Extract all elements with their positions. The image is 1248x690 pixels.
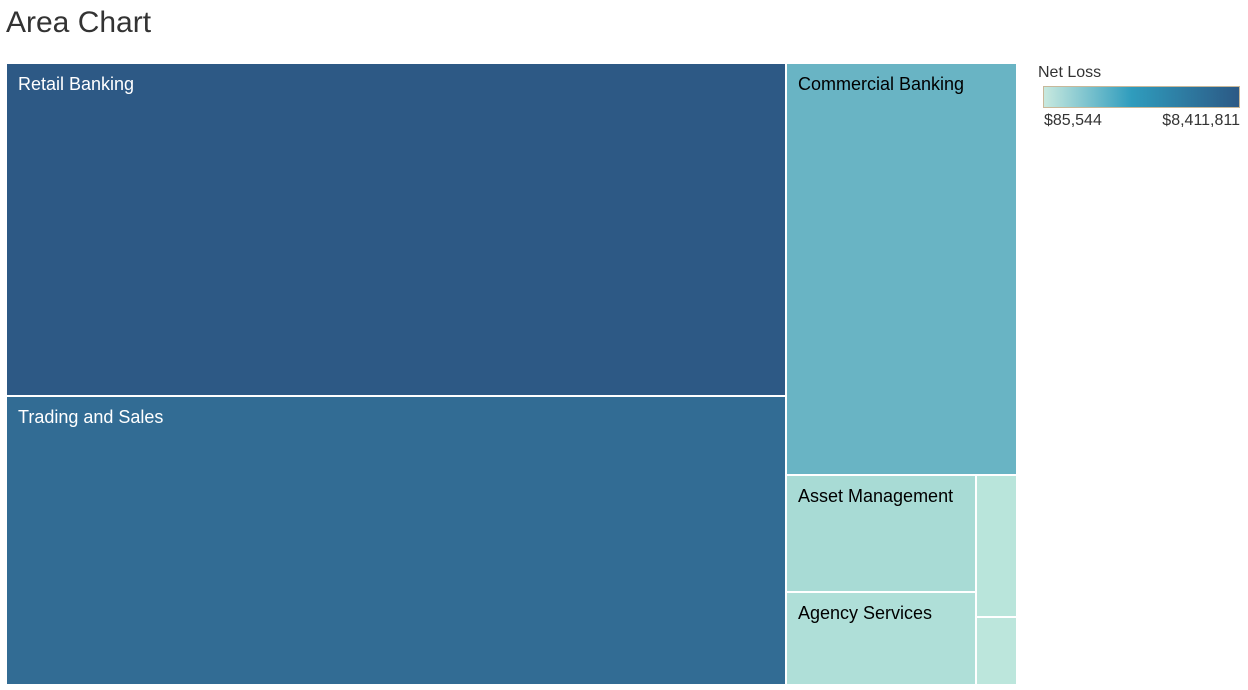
treemap-cell-small-2[interactable] [976,617,1017,685]
treemap-cell-agency-services[interactable]: Agency Services [786,592,976,685]
treemap-label-retail-banking: Retail Banking [18,74,135,94]
treemap-cell-trading-and-sales[interactable]: Trading and Sales [6,396,786,685]
legend-title: Net Loss [1038,64,1102,81]
treemap-cell-asset-management[interactable]: Asset Management [786,475,976,592]
legend-gradient-bar [1043,86,1240,108]
chart-title: Area Chart [6,6,152,39]
legend-max-label: $8,411,811 [1162,112,1240,129]
treemap-cell-small-1[interactable] [976,475,1017,617]
treemap: Retail Banking Trading and Sales Commerc… [6,63,1017,685]
treemap-label-commercial-banking: Commercial Banking [798,74,965,94]
treemap-cell-retail-banking[interactable]: Retail Banking [6,63,786,396]
treemap-label-agency-services: Agency Services [798,603,933,623]
color-legend: Net Loss $85,544 $8,411,811 [1038,64,1242,130]
legend-min-label: $85,544 [1044,112,1102,129]
treemap-label-trading-and-sales: Trading and Sales [18,407,164,427]
treemap-label-asset-management: Asset Management [798,486,954,506]
treemap-cell-commercial-banking[interactable]: Commercial Banking [786,63,1017,475]
